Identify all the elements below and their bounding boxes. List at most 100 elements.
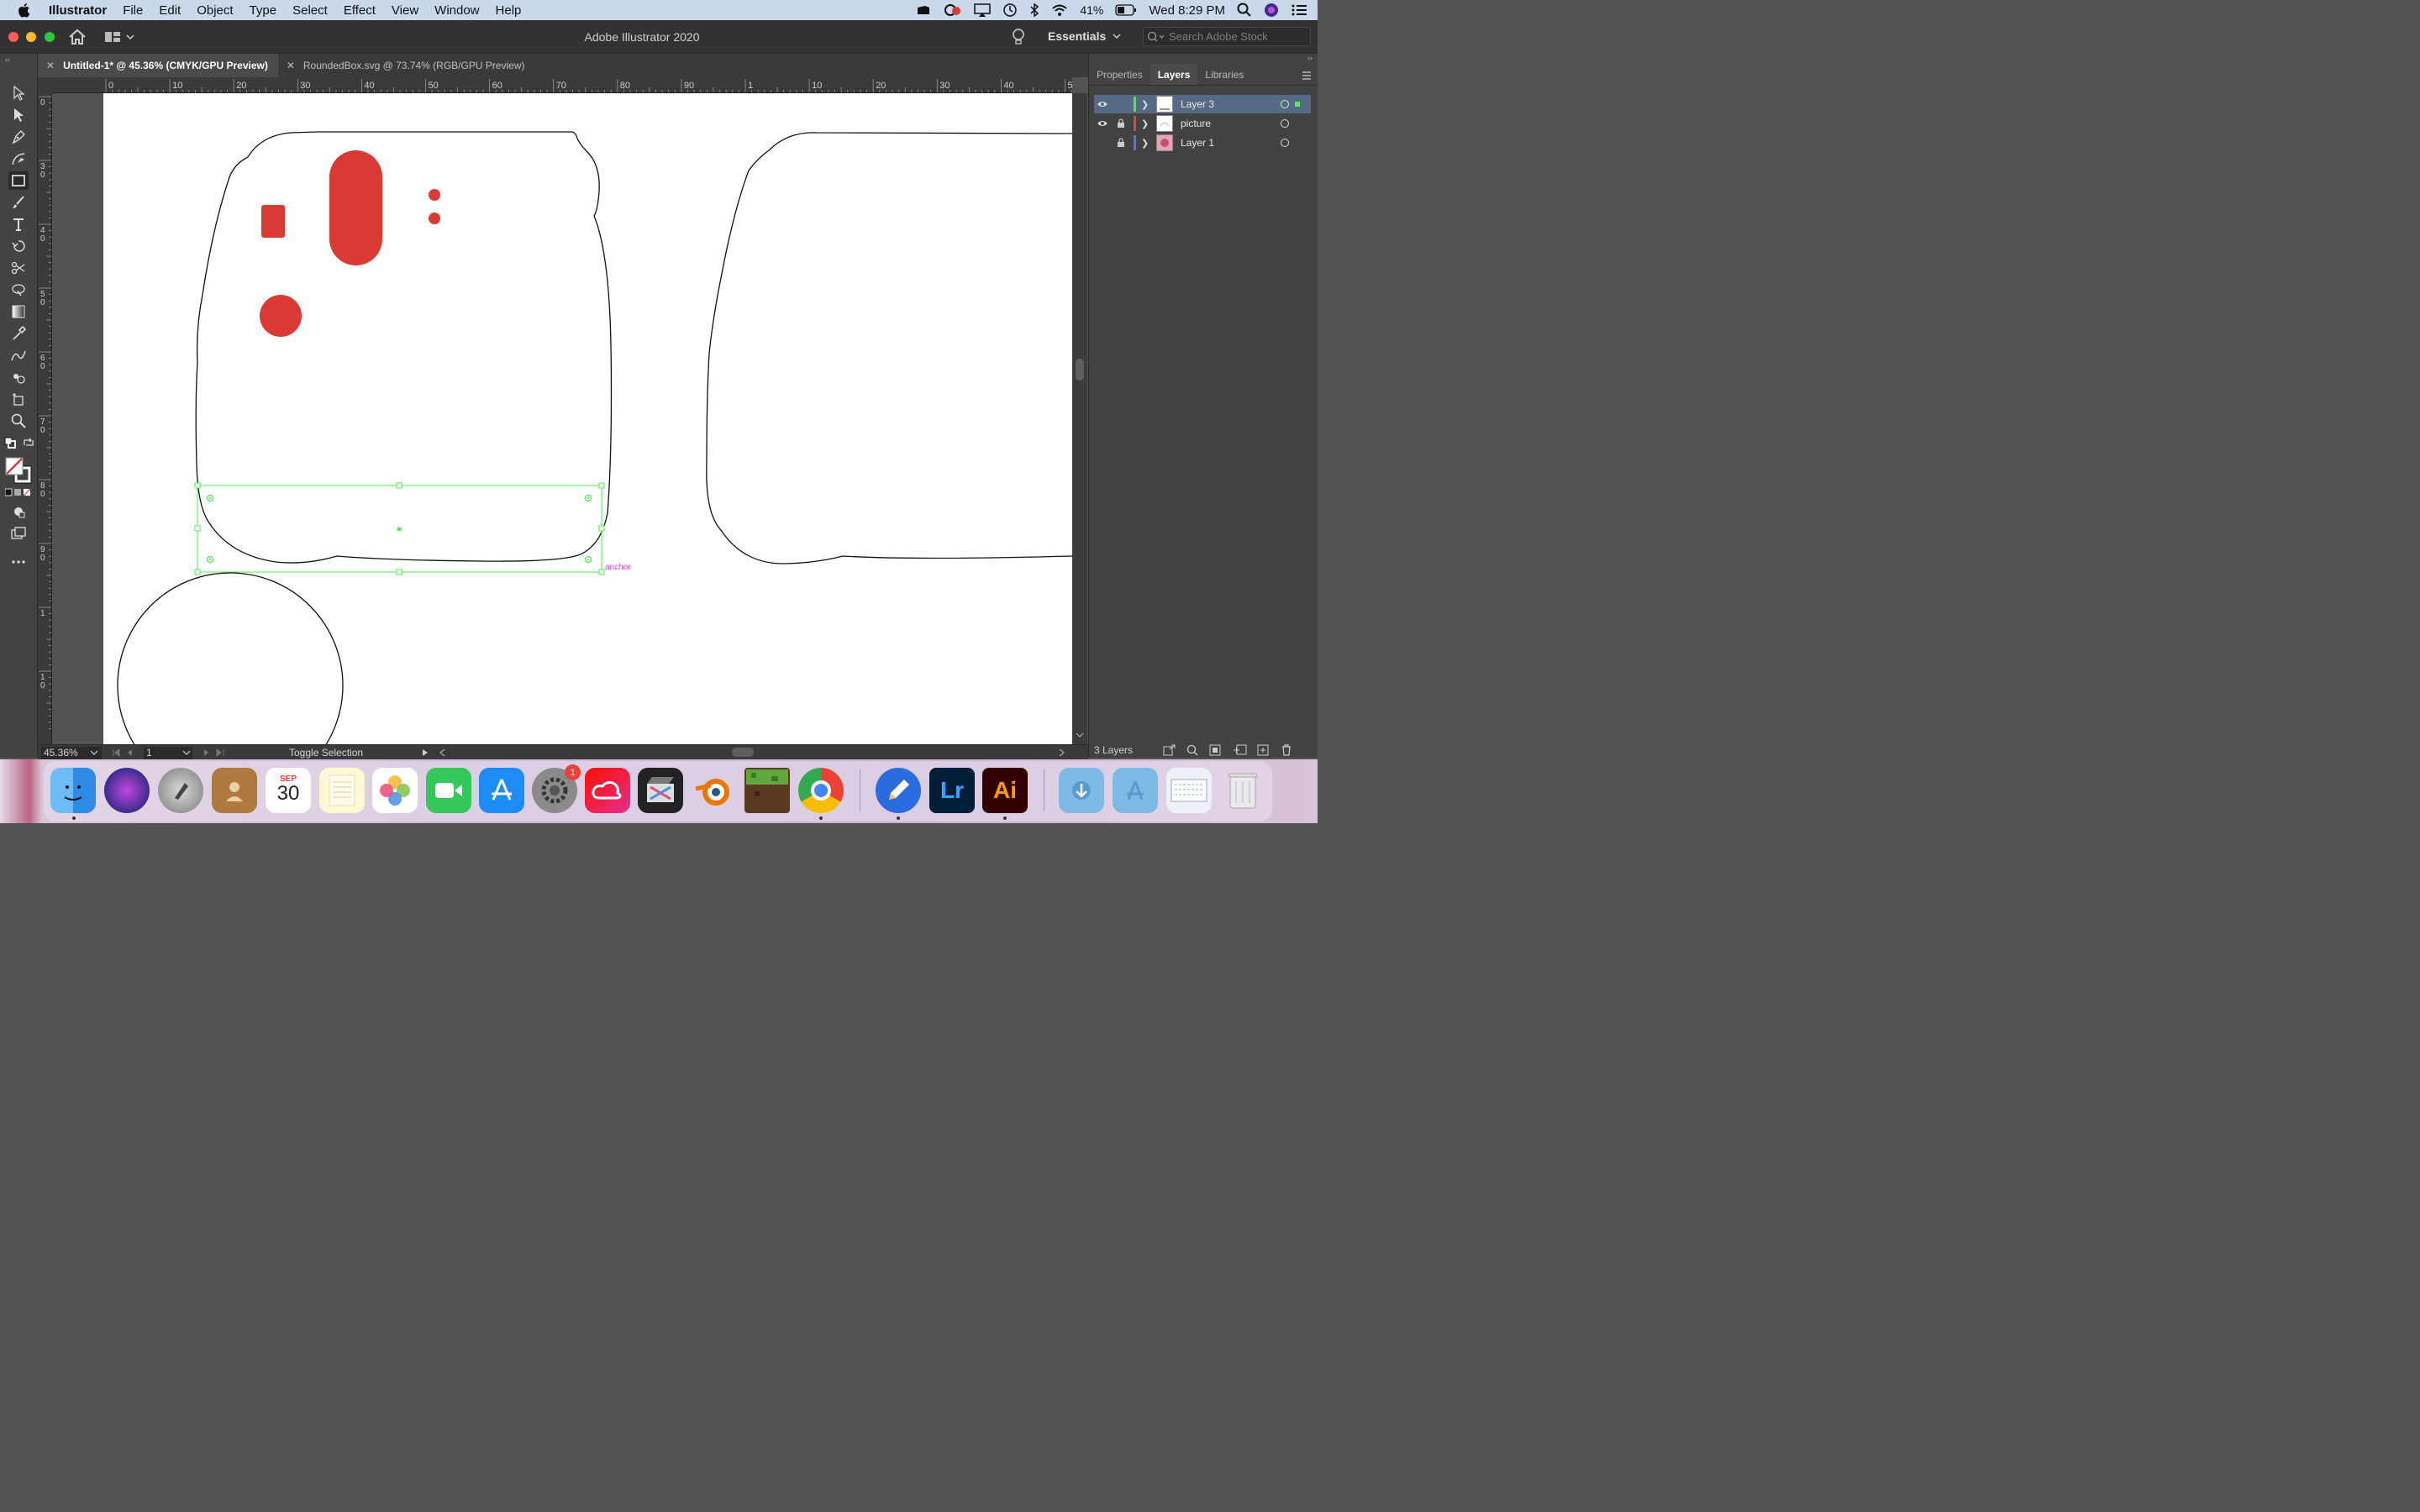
close-tab-icon[interactable]: ✕ xyxy=(46,60,55,71)
time-machine-icon[interactable] xyxy=(1002,3,1018,18)
photos-icon[interactable] xyxy=(372,768,418,813)
scissors-tool-icon[interactable] xyxy=(8,259,29,277)
symbol-sprayer-tool-icon[interactable] xyxy=(8,368,29,386)
fill-stroke-swatch[interactable] xyxy=(3,455,34,486)
tab-roundedbox-svg[interactable]: ✕ RoundedBox.svg @ 73.74% (RGB/GPU Previ… xyxy=(278,54,535,77)
layer-target-icon[interactable] xyxy=(1281,139,1289,147)
wifi-icon[interactable] xyxy=(1051,3,1068,17)
discover-lightbulb-icon[interactable] xyxy=(1012,28,1025,50)
creative-cloud-tray-icon[interactable] xyxy=(915,3,932,17)
siri-app-icon[interactable] xyxy=(104,768,150,813)
siri-icon[interactable] xyxy=(1264,3,1279,18)
trash-icon[interactable] xyxy=(1220,768,1265,813)
drawing-modes-icon[interactable] xyxy=(8,502,29,521)
artboard-prev-icons[interactable] xyxy=(112,748,140,757)
launchpad-icon[interactable] xyxy=(158,768,203,813)
tab-libraries[interactable]: Libraries xyxy=(1197,64,1251,85)
ruler-origin[interactable] xyxy=(38,77,52,93)
collapse-panel-icon[interactable]: ›› xyxy=(5,55,10,64)
lock-icon[interactable] xyxy=(1115,118,1127,129)
more-tools-icon[interactable] xyxy=(8,553,29,571)
scrollbar-thumb[interactable] xyxy=(1076,359,1084,381)
camera-dot-top[interactable] xyxy=(429,189,440,201)
layer-row-picture[interactable]: ❯ picture xyxy=(1094,114,1311,133)
creative-cloud-icon[interactable] xyxy=(585,768,630,813)
curvature-tool-icon[interactable] xyxy=(8,150,29,168)
blend-tool-icon[interactable] xyxy=(8,346,29,365)
chevron-right-icon[interactable]: ❯ xyxy=(1141,118,1149,129)
gradient-tool-icon[interactable] xyxy=(8,302,29,321)
camera-lens-circle[interactable] xyxy=(117,572,344,744)
panel-menu-icon[interactable] xyxy=(1302,71,1312,80)
menu-select[interactable]: Select xyxy=(292,3,328,18)
screen-mode-icon[interactable] xyxy=(8,524,29,543)
finder-icon[interactable] xyxy=(50,768,96,813)
calendar-icon[interactable]: SEP 30 xyxy=(266,768,311,813)
layer-name[interactable]: Layer 1 xyxy=(1181,137,1214,149)
eye-icon[interactable] xyxy=(1096,97,1109,111)
menu-app-name[interactable]: Illustrator xyxy=(49,3,107,18)
contacts-icon[interactable] xyxy=(212,768,257,813)
tab-properties[interactable]: Properties xyxy=(1089,64,1150,85)
apple-menu-icon[interactable] xyxy=(17,3,35,18)
scroll-down-icon[interactable] xyxy=(1076,732,1084,738)
sketchbook-icon[interactable] xyxy=(876,768,921,813)
eye-icon[interactable] xyxy=(1096,117,1109,130)
vertical-scrollbar[interactable] xyxy=(1072,93,1087,744)
layer-target-icon[interactable] xyxy=(1281,119,1289,128)
notification-center-icon[interactable] xyxy=(1291,3,1307,17)
type-tool-icon[interactable] xyxy=(8,215,29,234)
chevron-right-icon[interactable]: ❯ xyxy=(1141,138,1149,149)
collect-export-icon[interactable] xyxy=(1163,744,1176,756)
cc-status-icon[interactable] xyxy=(944,3,962,17)
eyedropper-tool-icon[interactable] xyxy=(8,324,29,343)
paintbrush-tool-icon[interactable] xyxy=(8,193,29,212)
blender-icon[interactable] xyxy=(691,768,736,813)
illustrator-icon[interactable]: Ai xyxy=(982,768,1028,813)
downloads-folder-icon[interactable] xyxy=(1059,768,1104,813)
selection-bounding-box[interactable] xyxy=(194,482,605,575)
screenshots-stack-icon[interactable] xyxy=(1166,768,1212,813)
adobe-stock-search[interactable] xyxy=(1143,27,1311,46)
app-store-icon[interactable] xyxy=(479,768,524,813)
final-cut-icon[interactable] xyxy=(638,768,683,813)
camera-flash-rect[interactable] xyxy=(261,205,285,238)
layer-selection-indicator[interactable] xyxy=(1295,102,1300,107)
spotlight-search-icon[interactable] xyxy=(1237,3,1252,18)
horizontal-ruler[interactable]: 0 10 20 30 40 50 60 70 80 90 1 10 20 30 40 50 xyxy=(52,77,1072,93)
tab-layers[interactable]: Layers xyxy=(1150,64,1198,85)
menu-effect[interactable]: Effect xyxy=(344,3,376,18)
clock[interactable]: Wed 8:29 PM xyxy=(1149,3,1225,18)
zoom-dropdown-icon[interactable] xyxy=(90,750,98,756)
zoom-tool-icon[interactable] xyxy=(8,412,29,430)
locate-object-icon[interactable] xyxy=(1186,744,1198,756)
create-new-layer-icon[interactable] xyxy=(1257,744,1269,756)
chevron-right-icon[interactable]: ❯ xyxy=(1141,99,1149,110)
lock-icon[interactable] xyxy=(1115,137,1127,149)
default-fill-stroke-icon[interactable] xyxy=(3,436,17,449)
airplay-icon[interactable] xyxy=(974,3,992,17)
close-tab-icon[interactable]: ✕ xyxy=(287,60,295,71)
artboard[interactable]: anchor xyxy=(103,93,1072,744)
camera-body-outline[interactable] xyxy=(195,131,613,564)
camera-body-outline-copy[interactable] xyxy=(706,132,1072,564)
camera-viewfinder-pill[interactable] xyxy=(329,150,382,265)
hscroll-left-icon[interactable] xyxy=(439,748,445,757)
artboard-tool-icon[interactable] xyxy=(8,390,29,408)
artboard-dropdown-icon[interactable] xyxy=(182,750,191,756)
menu-help[interactable]: Help xyxy=(496,3,522,18)
applications-folder-icon[interactable] xyxy=(1113,768,1158,813)
stock-search-input[interactable] xyxy=(1169,30,1303,43)
menu-file[interactable]: File xyxy=(123,3,143,18)
layer-target-icon[interactable] xyxy=(1281,100,1289,108)
layer-name[interactable]: Layer 3 xyxy=(1181,98,1214,110)
artboard-next-icons[interactable] xyxy=(203,748,231,757)
notes-icon[interactable] xyxy=(319,768,365,813)
selection-tool-icon[interactable] xyxy=(8,84,29,102)
layer-name[interactable]: picture xyxy=(1181,118,1211,129)
puppet-warp-tool-icon[interactable] xyxy=(8,281,29,299)
tab-untitled-1[interactable]: ✕ Untitled-1* @ 45.36% (CMYK/GPU Preview… xyxy=(38,54,278,77)
menu-edit[interactable]: Edit xyxy=(159,3,181,18)
status-text[interactable]: Toggle Selection xyxy=(289,747,363,759)
menu-object[interactable]: Object xyxy=(197,3,233,18)
